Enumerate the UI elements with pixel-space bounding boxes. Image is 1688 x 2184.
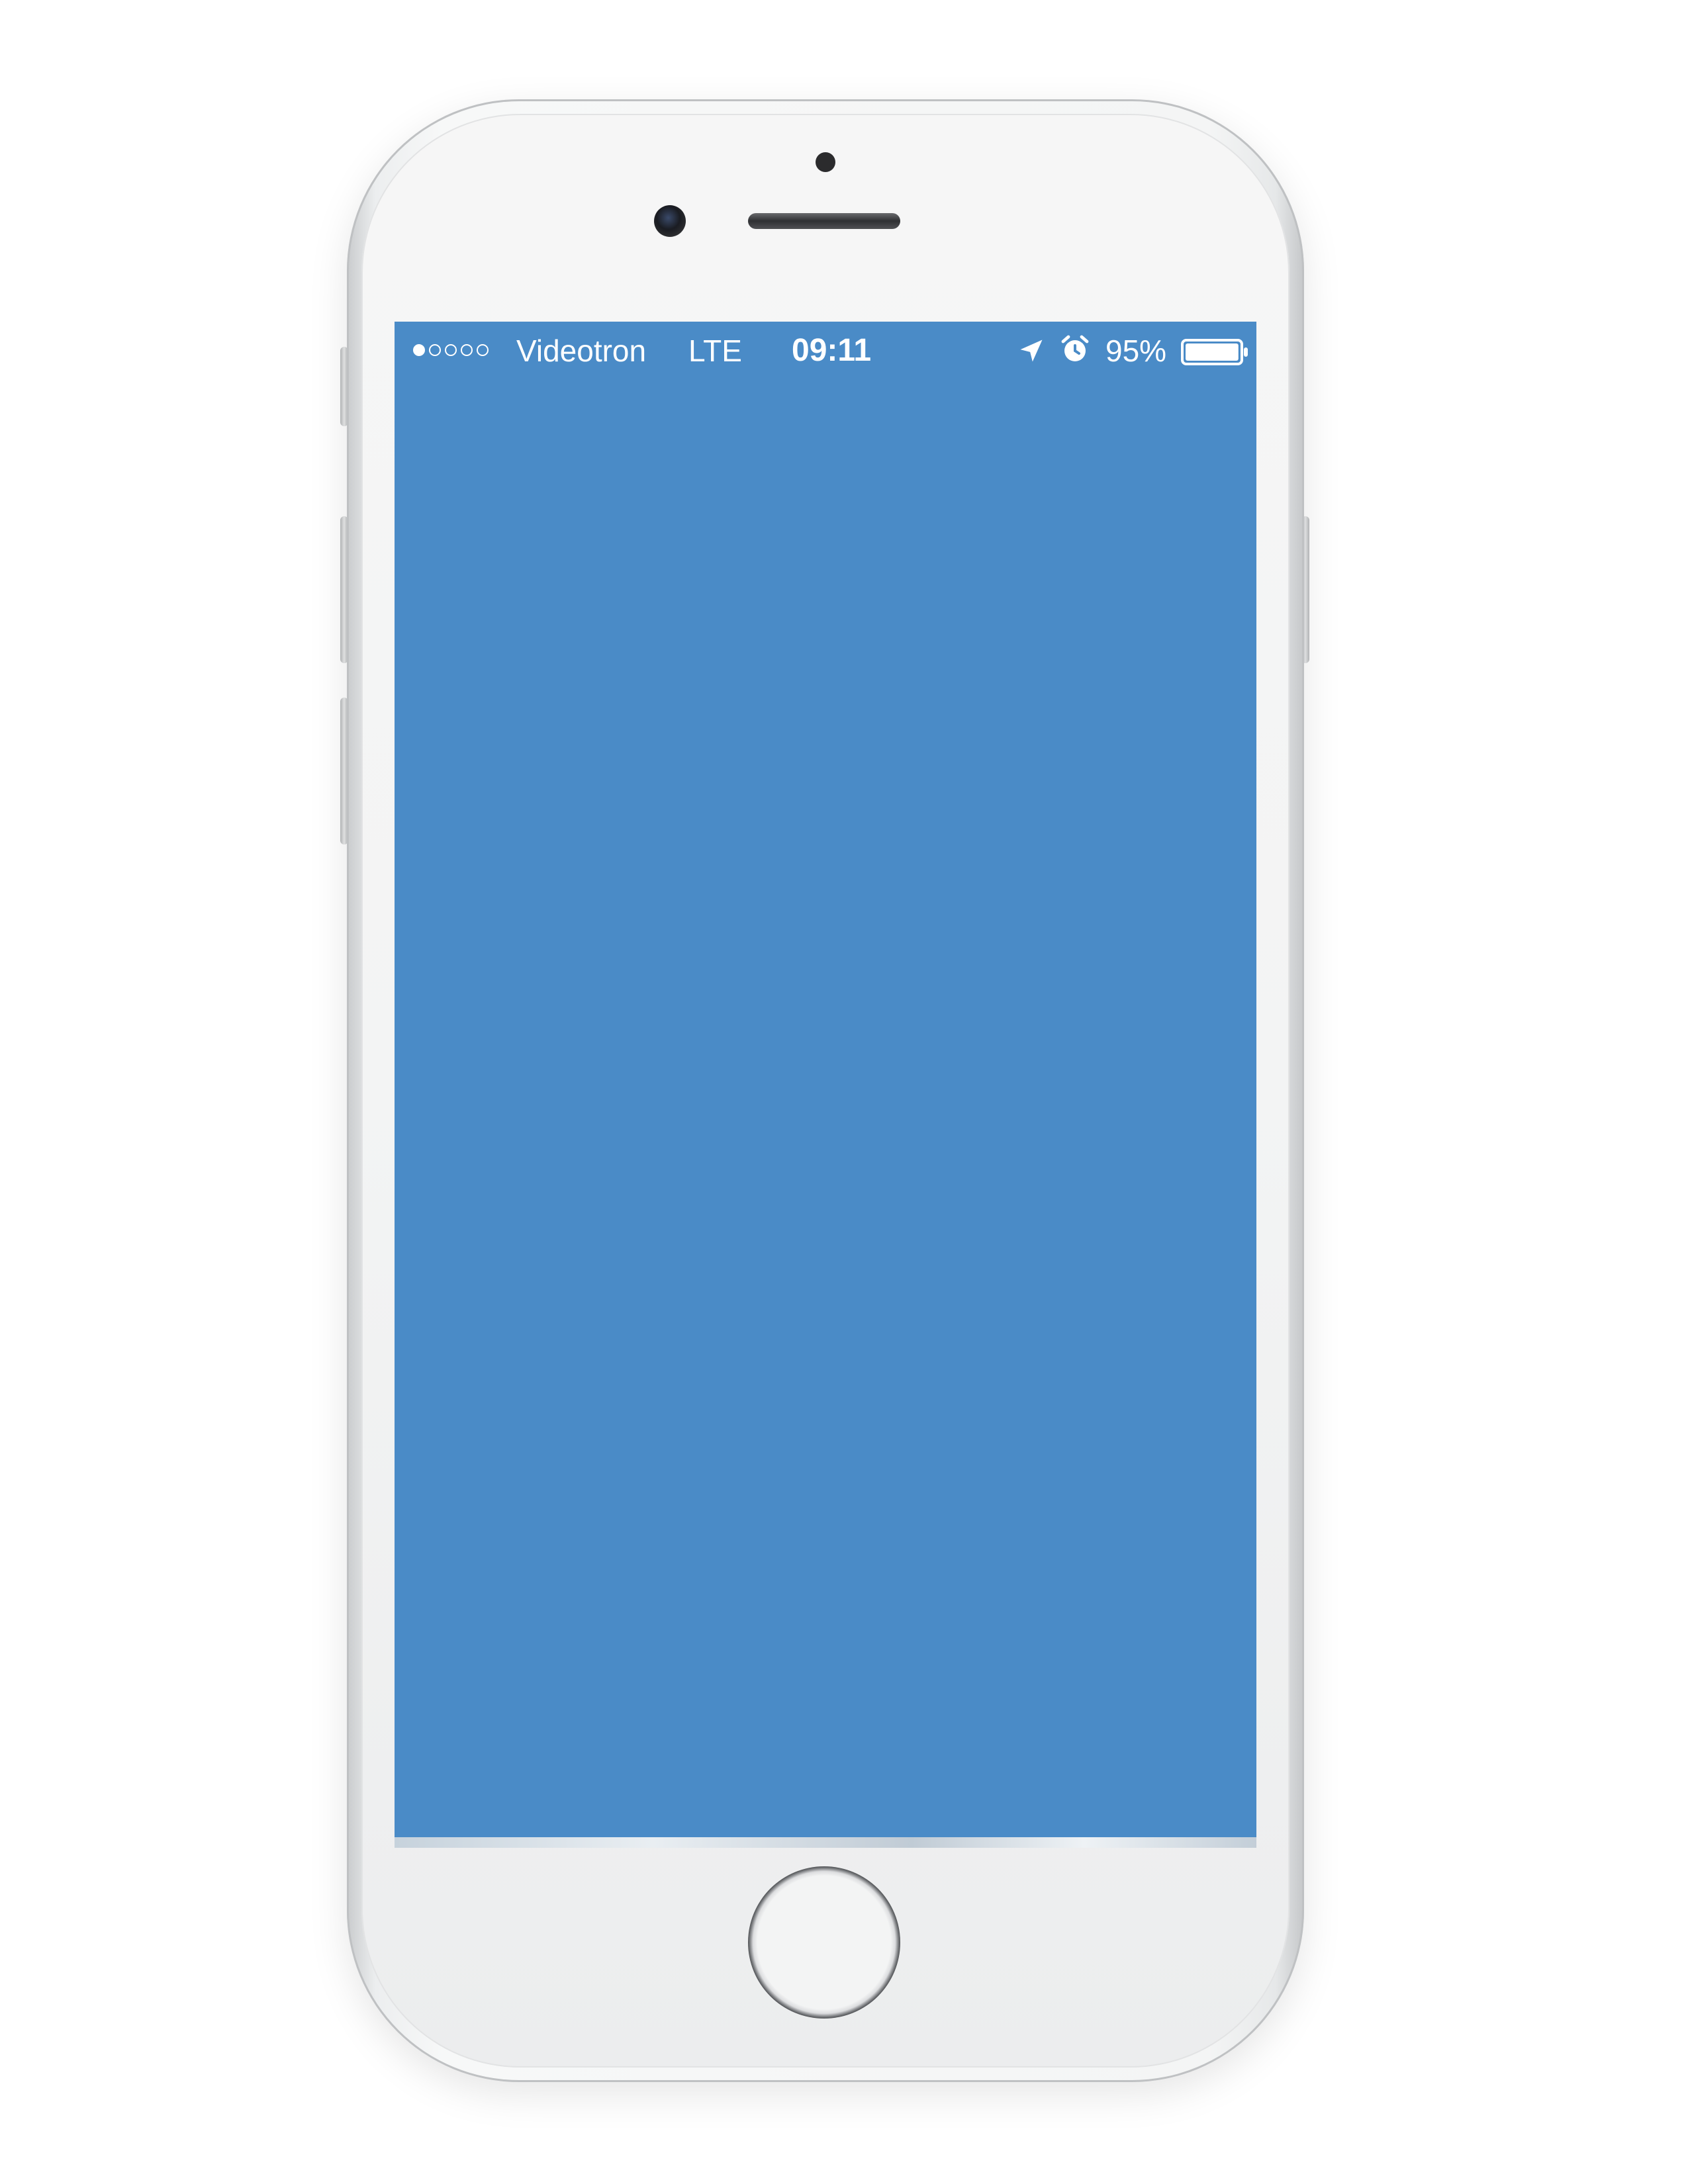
signal-dot [477,344,489,356]
clock-time: 09:11 [792,333,872,368]
front-camera-icon [654,205,686,237]
phone-screen[interactable]: Videotron LTE 09:11 95% [395,322,1256,1840]
signal-dot [429,344,441,356]
screen-edge-reflection [395,1837,1256,1848]
signal-dot [461,344,473,356]
location-arrow-icon [1020,340,1043,362]
signal-strength-icon [413,344,489,356]
alarm-clock-icon [1061,335,1089,361]
earpiece-speaker [748,213,900,229]
battery-percentage: 95% [1105,334,1167,368]
mockup-stage: Videotron LTE 09:11 95% [0,0,1688,2184]
home-button[interactable] [748,1866,900,2019]
network-type: LTE [688,334,742,368]
signal-dot [445,344,457,356]
status-bar: Videotron LTE 09:11 95% [395,322,1256,381]
battery-icon [1181,339,1248,365]
proximity-sensor [816,152,835,172]
signal-dot [413,344,425,356]
carrier-name: Videotron [516,334,647,368]
